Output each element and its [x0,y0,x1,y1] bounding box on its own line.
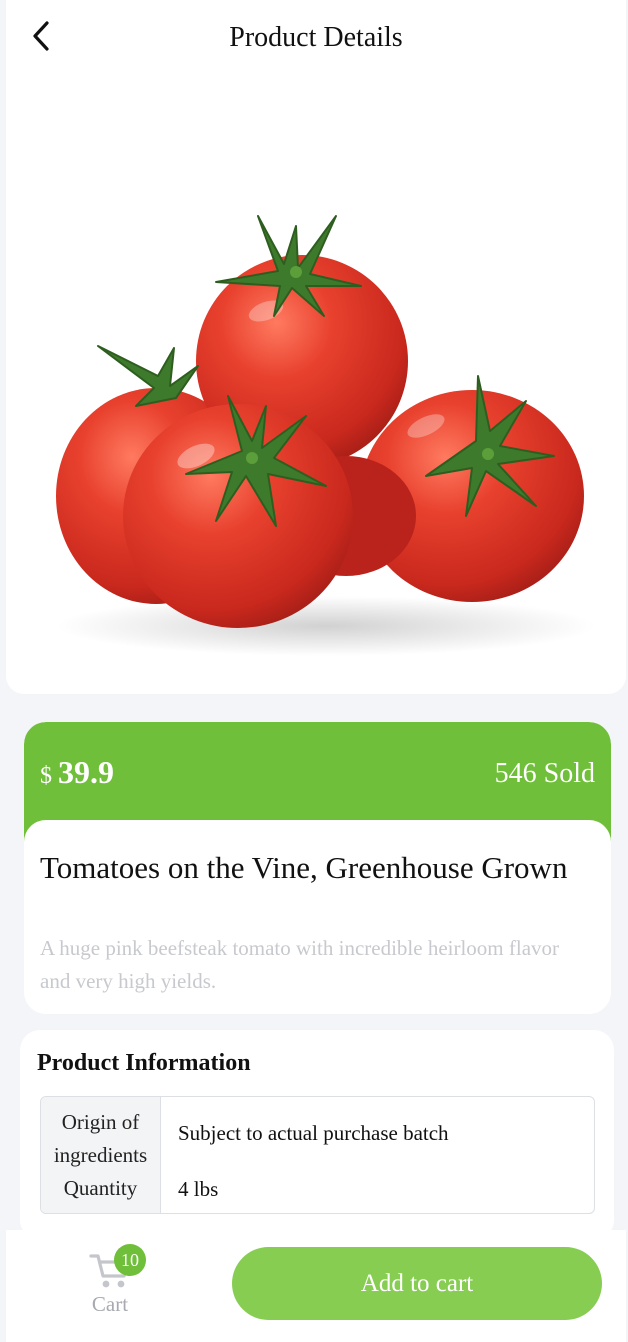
spec-label-quantity: Quantity [63,1175,138,1200]
back-button[interactable] [24,18,60,54]
bottom-action-bar: 10 Cart Add to cart [6,1230,626,1342]
spec-labels-column: Origin of ingredients Quantity [41,1097,161,1213]
price: $ 39.9 [40,754,114,791]
currency-symbol: $ [40,763,52,789]
add-to-cart-button[interactable]: Add to cart [232,1247,602,1320]
product-info-body: Tomatoes on the Vine, Greenhouse Grown A… [24,820,611,1014]
product-image [6,76,626,694]
product-information-card: Product Information Origin of ingredient… [20,1030,614,1240]
spec-values-column: Subject to actual purchase batch 4 lbs [161,1097,594,1213]
price-value: 39.9 [58,754,114,790]
cart-button[interactable]: 10 Cart [80,1244,146,1320]
spec-value-quantity: 4 lbs [178,1177,219,1201]
product-information-title: Product Information [37,1050,251,1076]
cart-count-badge: 10 [114,1244,146,1276]
tomatoes-image [56,215,596,656]
page-title: Product Details [229,22,403,53]
product-information-table: Origin of ingredients Quantity Subject t… [40,1096,595,1214]
sold-count: 546 Sold [494,758,595,789]
spec-label-origin: Origin of ingredients [53,1109,148,1167]
header: Product Details [6,0,626,76]
chevron-left-icon [33,21,49,51]
product-summary-card: $ 39.9 546 Sold Tomatoes on the Vine, Gr… [24,722,611,1014]
spec-value-origin: Subject to actual purchase batch [178,1121,449,1145]
product-name: Tomatoes on the Vine, Greenhouse Grown [40,850,568,885]
cart-label: Cart [91,1292,129,1316]
product-description: A huge pink beefsteak tomato with incred… [40,936,560,993]
